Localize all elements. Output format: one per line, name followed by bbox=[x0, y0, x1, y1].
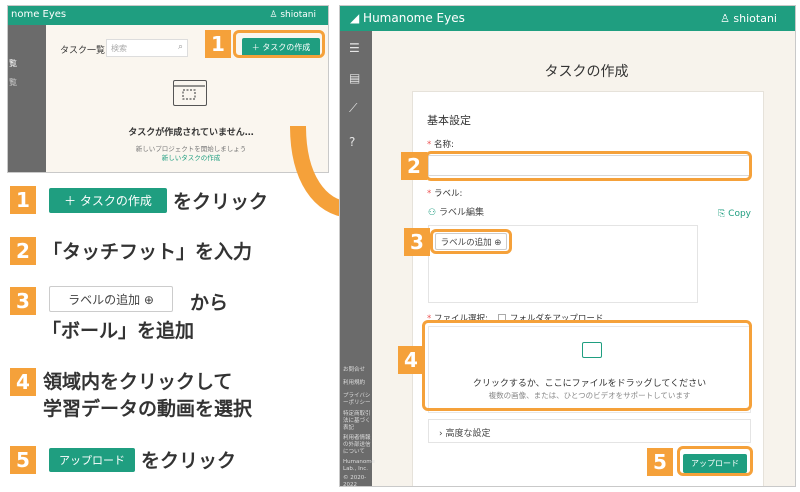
mini-header: nome Eyes ♙ shiotani bbox=[8, 6, 328, 25]
copy-button[interactable]: ⎘ Copy bbox=[718, 209, 751, 219]
search-icon: ⌕ bbox=[177, 42, 183, 52]
step-badge-4: 4 bbox=[398, 346, 424, 374]
advanced-settings-toggle[interactable]: › 高度な設定 bbox=[428, 419, 751, 443]
step-badge-1: 1 bbox=[205, 30, 231, 58]
menu-icon[interactable]: ☰ bbox=[349, 41, 360, 55]
step-number-5: 5 bbox=[10, 446, 36, 474]
new-task-link[interactable]: 新しいタスクの作成 bbox=[106, 152, 276, 162]
highlight-upload bbox=[677, 446, 753, 476]
step4-text-b: 学習データの動画を選択 bbox=[43, 398, 253, 420]
footer-external[interactable]: 利用者情報の外部送信について bbox=[343, 435, 371, 456]
task-list-title: タスク一覧 bbox=[60, 46, 106, 56]
empty-window-icon bbox=[173, 80, 207, 106]
mini-brand: nome Eyes bbox=[11, 9, 67, 20]
help-icon[interactable]: ? bbox=[349, 135, 355, 149]
section-title: 基本設定 bbox=[427, 114, 471, 127]
logo-icon: ◢ bbox=[350, 11, 364, 25]
user-icon: ♙ bbox=[269, 10, 281, 20]
step4-text-a: 領域内をクリックして bbox=[43, 371, 233, 393]
user-icon: ♙ bbox=[720, 12, 734, 25]
mini-sidebar: 覧 覧 bbox=[8, 25, 46, 172]
search-input[interactable]: 検索 ⌕ bbox=[106, 39, 188, 57]
step5-upload-chip: アップロード bbox=[49, 448, 135, 472]
footer-company: Humanome Lab., Inc. bbox=[343, 459, 375, 472]
label-edit-button[interactable]: ⚇ ラベル編集 bbox=[428, 205, 484, 218]
list-icon[interactable]: ▤ bbox=[349, 71, 360, 85]
edit-icon: ⚇ bbox=[428, 208, 439, 218]
step3-label-add-chip: ラベルの追加 ⊕ bbox=[49, 286, 173, 312]
copy-icon: ⎘ bbox=[718, 209, 729, 219]
step-number-2: 2 bbox=[10, 237, 36, 265]
app-sidebar: ☰ ▤ ⟋ ? お問合せ 利用規約 プライバシーポリシー 特定商取引法に基づく表… bbox=[340, 31, 375, 487]
step-number-4: 4 bbox=[10, 368, 36, 396]
name-label: * 名称: bbox=[427, 140, 454, 150]
chart-icon[interactable]: ⟋ bbox=[349, 101, 357, 116]
highlight-create-button bbox=[233, 30, 325, 58]
footer-terms[interactable]: 利用規約 bbox=[343, 380, 371, 387]
step5-text: をクリック bbox=[141, 450, 237, 472]
sidebar-item-other[interactable]: 覧 bbox=[9, 77, 17, 88]
step-badge-3: 3 bbox=[404, 228, 430, 256]
step-badge-5: 5 bbox=[647, 448, 673, 476]
task-create-screenshot: ◢ Humanome Eyes ♙ shiotani ☰ ▤ ⟋ ? お問合せ … bbox=[339, 5, 796, 487]
step-number-3: 3 bbox=[10, 287, 36, 315]
step3-text-a: から bbox=[190, 292, 229, 314]
highlight-dropzone bbox=[422, 320, 752, 411]
highlight-name-input bbox=[425, 151, 752, 181]
step-number-1: 1 bbox=[10, 186, 36, 214]
highlight-label-add bbox=[430, 229, 512, 254]
step3-text-b: 「ボール」を追加 bbox=[42, 320, 195, 342]
footer-copyright: © 2020-2022 bbox=[343, 475, 367, 487]
label-label: * ラベル: bbox=[427, 189, 463, 199]
step-badge-2: 2 bbox=[401, 152, 427, 180]
mini-user: ♙ shiotani bbox=[269, 10, 316, 20]
app-brand: ◢ Humanome Eyes bbox=[350, 11, 465, 25]
footer-commerce[interactable]: 特定商取引法に基づく表記 bbox=[343, 411, 371, 432]
step1-create-chip: ＋ タスクの作成 bbox=[49, 188, 167, 213]
page-title: タスクの作成 bbox=[544, 64, 629, 80]
app-header: ◢ Humanome Eyes ♙ shiotani bbox=[340, 6, 795, 31]
footer-contact[interactable]: お問合せ bbox=[343, 367, 371, 374]
app-user[interactable]: ♙ shiotani bbox=[720, 12, 777, 25]
empty-title: タスクが作成されていません… bbox=[128, 128, 254, 138]
sidebar-item-tasks[interactable]: 覧 bbox=[9, 58, 17, 69]
step1-text: をクリック bbox=[173, 191, 269, 213]
footer-privacy[interactable]: プライバシーポリシー bbox=[343, 393, 371, 407]
step2-text: 「タッチフット」を入力 bbox=[43, 241, 253, 263]
